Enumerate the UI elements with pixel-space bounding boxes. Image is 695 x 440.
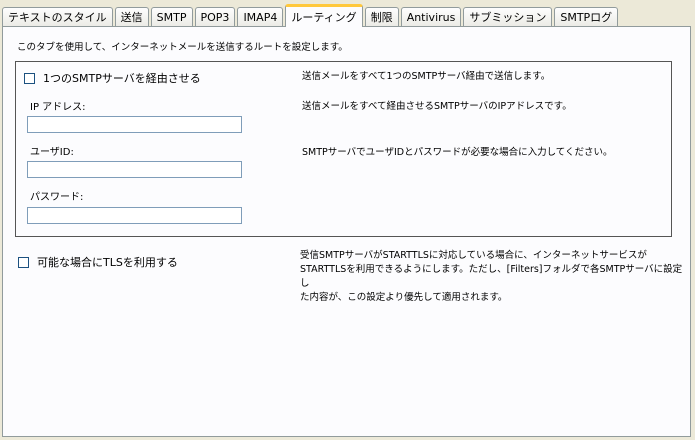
- intro-text: このタブを使用して、インターネットメールを送信するルートを設定します。: [17, 42, 348, 53]
- tab-strip: テキストのスタイル 送信 SMTP POP3 IMAP4 ルーティング 制限 A…: [2, 3, 620, 27]
- tab-limits[interactable]: 制限: [364, 7, 399, 26]
- tab-send[interactable]: 送信: [114, 7, 149, 26]
- tab-imap4[interactable]: IMAP4: [237, 7, 284, 26]
- smtp-relay-group: 1つのSMTPサーバを経由させる 送信メールをすべて1つのSMTPサーバ経由で送…: [15, 61, 672, 237]
- tab-submission[interactable]: サブミッション: [463, 7, 553, 26]
- tls-description: 受信SMTPサーバがSTARTTLSに対応している場合に、インターネットサービス…: [300, 249, 690, 305]
- tab-smtp-log[interactable]: SMTPログ: [554, 7, 619, 26]
- tls-desc-line3: た内容が、この設定より優先して適用されます。: [300, 292, 508, 303]
- ip-address-label: IP アドレス:: [30, 102, 86, 113]
- routing-panel: このタブを使用して、インターネットメールを送信するルートを設定します。 1つのS…: [2, 26, 691, 437]
- single-smtp-checkbox[interactable]: [24, 72, 35, 84]
- tab-pop3[interactable]: POP3: [194, 7, 236, 26]
- password-label: パスワード:: [30, 192, 84, 203]
- tab-smtp[interactable]: SMTP: [150, 7, 193, 26]
- single-smtp-option[interactable]: 1つのSMTPサーバを経由させる: [24, 70, 201, 86]
- user-id-label: ユーザID:: [30, 147, 74, 158]
- tls-desc-line1: 受信SMTPサーバがSTARTTLSに対応している場合に、インターネットサービス…: [300, 250, 647, 261]
- user-id-field[interactable]: [27, 161, 242, 178]
- password-field[interactable]: [27, 207, 242, 224]
- tab-antivirus[interactable]: Antivirus: [400, 7, 462, 26]
- user-id-desc: SMTPサーバでユーザIDとパスワードが必要な場合に入力してください。: [302, 147, 613, 158]
- ip-address-field[interactable]: [27, 116, 242, 133]
- tls-label: 可能な場合にTLSを利用する: [37, 256, 178, 269]
- tls-option[interactable]: 可能な場合にTLSを利用する: [18, 254, 178, 270]
- tab-routing[interactable]: ルーティング: [285, 4, 363, 27]
- single-smtp-label: 1つのSMTPサーバを経由させる: [43, 72, 201, 85]
- tab-text-style[interactable]: テキストのスタイル: [2, 7, 113, 26]
- tls-checkbox[interactable]: [18, 256, 29, 268]
- tls-desc-line2: STARTTLSを利用できるようにします。ただし、[Filters]フォルダで各…: [300, 264, 683, 289]
- single-smtp-desc: 送信メールをすべて1つのSMTPサーバ経由で送信します。: [302, 71, 551, 82]
- ip-address-desc: 送信メールをすべて経由させるSMTPサーバのIPアドレスです。: [302, 101, 572, 112]
